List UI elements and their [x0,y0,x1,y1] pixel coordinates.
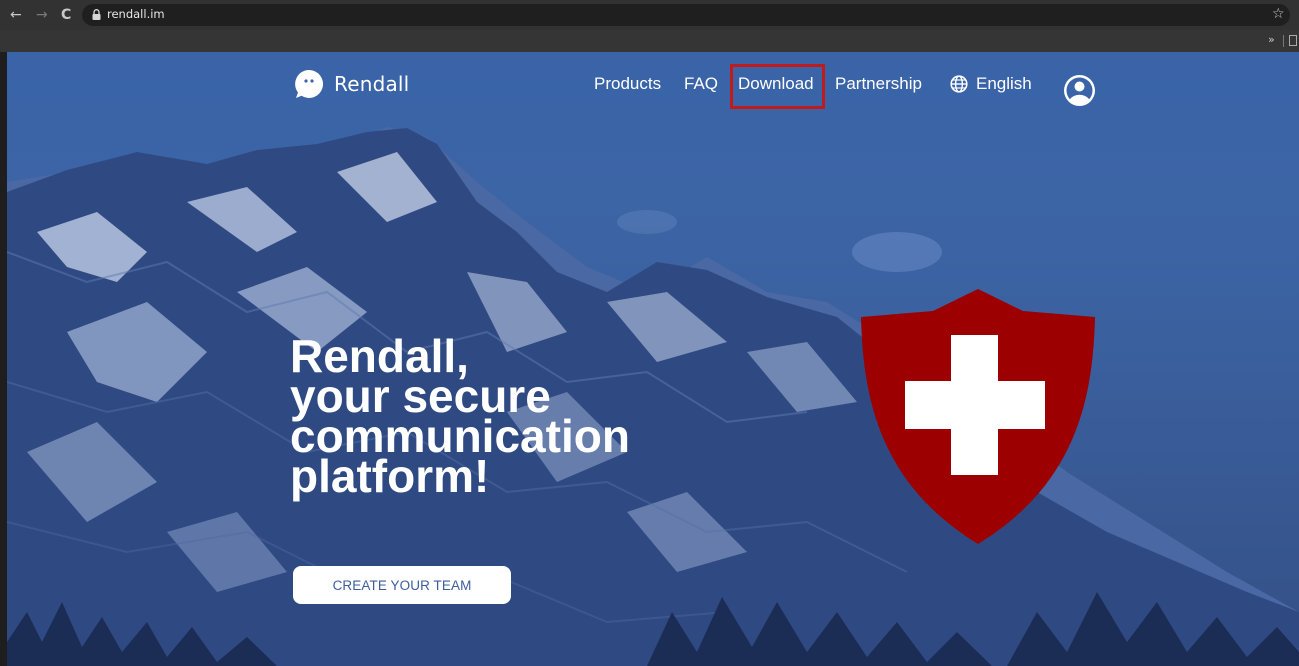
logo-text: Rendall [334,72,410,96]
forward-button[interactable]: → [36,7,48,23]
back-button[interactable]: ← [10,7,22,23]
nav-products[interactable]: Products [594,74,661,94]
star-icon[interactable]: ☆ [1272,6,1285,22]
language-label: English [976,74,1032,93]
nav-partnership[interactable]: Partnership [835,74,922,94]
globe-icon [950,75,968,93]
reload-button[interactable]: C [61,7,71,23]
create-team-button[interactable]: CREATE YOUR TEAM [293,566,511,604]
download-highlight-box [730,64,825,109]
logo-bubble-icon [295,69,324,98]
language-selector[interactable]: English [950,74,1032,94]
hero-section: Rendall Products FAQ Download Partnershi… [7,52,1299,666]
user-account-icon[interactable] [1063,74,1096,107]
mountain-background [7,127,1299,666]
bookmarks-bar [0,30,1299,52]
swiss-shield-icon [861,289,1095,544]
nav-faq[interactable]: FAQ [684,74,718,94]
url-text[interactable]: rendall.im [107,7,165,21]
address-bar[interactable] [82,4,1290,26]
site-logo[interactable]: Rendall [293,68,409,100]
bookmarks-divider [1283,35,1284,47]
headline-line-4: platform! [290,450,490,502]
hero-headline: Rendall, your secure communication platf… [290,333,630,502]
lock-icon [92,9,101,20]
reading-list-icon[interactable] [1289,35,1297,46]
bookmarks-more-button[interactable]: » [1268,33,1275,46]
